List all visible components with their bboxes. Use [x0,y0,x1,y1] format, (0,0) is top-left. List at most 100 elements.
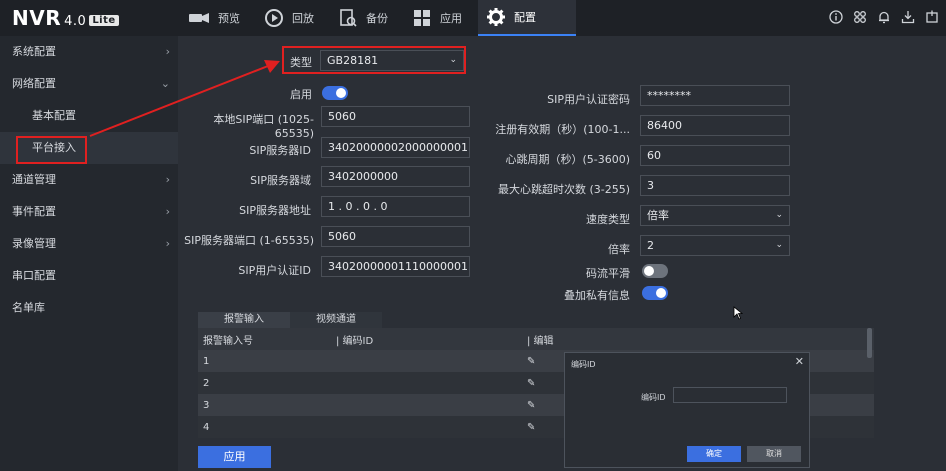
sip-server-addr-input[interactable]: 1 . 0 . 0 . 0 [321,196,470,217]
sidebar-item-system[interactable]: 系统配置 › [0,36,178,68]
table-cell: 3 [203,399,210,411]
speed-type-value: 倍率 [647,209,669,222]
nav-config-label: 配置 [514,11,536,24]
bell-icon[interactable] [876,9,892,25]
local-sip-port-label: 本地SIP端口 (1025-65535) [213,113,314,140]
sip-user-id-label: SIP用户认证ID [238,264,311,277]
sidebar-item-basic[interactable]: 基本配置 [0,100,178,132]
nav-preview-label: 预览 [218,12,240,25]
chevron-down-icon: ⌄ [775,210,783,220]
tab-alarm-input[interactable]: 报警输入 [198,312,290,328]
sidebar-item-label: 基本配置 [32,109,76,122]
info-icon[interactable] [828,9,844,25]
gear-icon [487,8,505,26]
logout-icon[interactable] [924,9,940,25]
sip-user-id-input[interactable]: 34020000001110000001 [321,256,470,277]
nav-config[interactable]: 配置 [478,0,576,36]
main-content: 类型 GB28181 ⌄ 启用 本地SIP端口 (1025-65535) 5060… [178,36,946,471]
chevron-right-icon: › [165,45,170,58]
sip-password-label: SIP用户认证密码 [547,93,630,106]
table-header-text: 编码ID [342,335,374,347]
rate-select[interactable]: 2 ⌄ [640,235,790,256]
close-icon[interactable]: ✕ [795,355,804,368]
local-sip-port-input[interactable]: 5060 [321,106,470,127]
table-header-cell: | 编码ID [336,335,374,347]
heartbeat-input[interactable]: 60 [640,145,790,166]
sidebar-item-channel[interactable]: 通道管理 › [0,164,178,196]
edit-code-id-dialog: 编码ID ✕ 编码ID 确定 取消 [564,352,810,468]
max-timeout-input[interactable]: 3 [640,175,790,196]
top-icons [828,9,940,25]
main-nav: 预览 回放 备份 应用 配置 [180,0,576,36]
table-header-cell: | 编辑 [527,335,554,347]
speed-type-label: 速度类型 [586,213,630,226]
type-value: GB28181 [327,54,379,67]
sidebar-item-label: 系统配置 [12,45,56,58]
mouse-cursor-icon [733,306,743,320]
sip-server-addr-label: SIP服务器地址 [239,204,311,217]
table-tabs: 报警输入 视频通道 [198,312,382,328]
ok-button[interactable]: 确定 [687,446,741,462]
download-icon[interactable] [900,9,916,25]
tab-video-channel[interactable]: 视频通道 [290,312,382,328]
logo-text: NVR [12,6,62,30]
code-id-input[interactable] [673,387,787,403]
chevron-right-icon: › [165,173,170,186]
toggle-knob [656,288,666,298]
sidebar-item-record[interactable]: 录像管理 › [0,228,178,260]
nav-playback[interactable]: 回放 [256,0,330,36]
table-scrollbar[interactable] [867,328,872,358]
chevron-down-icon: ⌄ [449,55,457,65]
sip-password-input[interactable]: ******** [640,85,790,106]
enable-toggle[interactable] [322,86,348,100]
cancel-button[interactable]: 取消 [747,446,801,462]
apply-button[interactable]: 应用 [198,446,271,468]
chevron-right-icon: › [165,237,170,250]
table-header: 报警输入号 | 编码ID | 编辑 [198,328,874,350]
sidebar-item-event[interactable]: 事件配置 › [0,196,178,228]
private-info-toggle[interactable] [642,286,668,300]
sidebar-item-serial[interactable]: 串口配置 [0,260,178,292]
code-id-label: 编码ID [641,393,666,402]
sidebar-item-label: 串口配置 [12,269,56,282]
nav-preview[interactable]: 预览 [180,0,256,36]
top-bar: NVR 4.0 Lite 预览 回放 备份 应用 配置 [0,0,946,36]
register-period-input[interactable]: 86400 [640,115,790,136]
chevron-down-icon: ⌄ [160,77,170,90]
sidebar-item-label: 录像管理 [12,237,56,250]
nav-backup-label: 备份 [366,12,388,25]
rate-label: 倍率 [608,243,630,256]
settings-grid-icon[interactable] [852,9,868,25]
sidebar: 系统配置 › 网络配置 ⌄ 基本配置 平台接入 通道管理 › 事件配置 › 录像管理 › … [0,36,178,471]
sip-server-domain-input[interactable]: 3402000000 [321,166,470,187]
backup-icon [340,9,357,27]
sidebar-item-label: 事件配置 [12,205,56,218]
dialog-title: 编码ID [571,360,596,369]
sip-server-port-input[interactable]: 5060 [321,226,470,247]
sip-server-id-label: SIP服务器ID [249,144,311,157]
nav-apps-label: 应用 [440,12,462,25]
nav-playback-label: 回放 [292,12,314,25]
enable-label: 启用 [290,88,312,101]
sidebar-item-network[interactable]: 网络配置 ⌄ [0,68,178,100]
sip-server-id-input[interactable]: 34020000002000000001 [321,137,470,158]
table-cell: 1 [203,355,210,367]
nav-apps[interactable]: 应用 [404,0,478,36]
register-period-label: 注册有效期（秒）(100-1... [495,123,630,136]
app-logo: NVR 4.0 Lite [12,6,119,30]
sidebar-item-label: 名单库 [12,301,45,314]
highlight-box [16,136,87,164]
stream-smooth-toggle[interactable] [642,264,668,278]
table-cell: 2 [203,377,210,389]
playback-icon [265,9,283,27]
sidebar-item-label: 网络配置 [12,77,56,90]
logo-version: 4.0 [64,14,87,29]
max-timeout-label: 最大心跳超时次数 (3-255) [497,183,630,196]
table-cell: 4 [203,421,210,433]
sidebar-item-list[interactable]: 名单库 [0,292,178,324]
nav-backup[interactable]: 备份 [330,0,404,36]
speed-type-select[interactable]: 倍率 ⌄ [640,205,790,226]
sip-server-port-label: SIP服务器端口 (1-65535) [184,234,314,247]
type-select[interactable]: GB28181 ⌄ [320,50,464,71]
heartbeat-label: 心跳周期（秒）(5-3600) [505,153,630,166]
